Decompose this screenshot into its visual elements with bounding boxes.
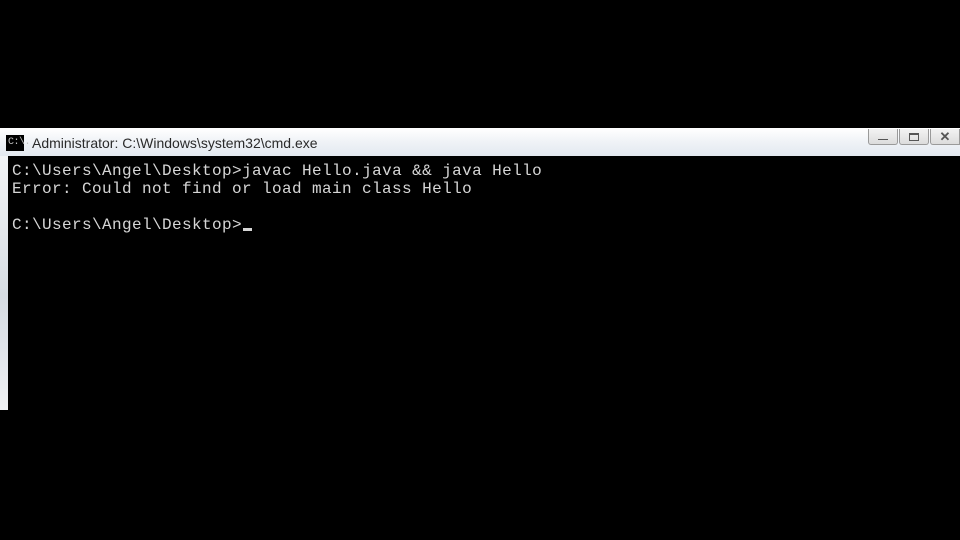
maximize-button[interactable]	[899, 129, 929, 145]
letterbox-bottom	[0, 410, 960, 540]
titlebar[interactable]: C:\. Administrator: C:\Windows\system32\…	[0, 128, 960, 156]
prompt-path: C:\Users\Angel\Desktop>	[12, 162, 242, 180]
console-output[interactable]: C:\Users\Angel\Desktop>javac Hello.java …	[8, 156, 960, 410]
cmd-icon: C:\.	[6, 135, 24, 151]
close-button[interactable]: ✕	[930, 129, 960, 145]
window-title: Administrator: C:\Windows\system32\cmd.e…	[32, 135, 318, 151]
prompt-path-2: C:\Users\Angel\Desktop>	[12, 216, 242, 234]
window-controls: ✕	[867, 129, 960, 149]
minimize-button[interactable]	[868, 129, 898, 145]
command-text: javac Hello.java && java Hello	[242, 162, 542, 180]
close-icon: ✕	[940, 130, 951, 143]
letterbox-top	[0, 0, 960, 128]
minimize-icon	[878, 139, 888, 140]
prompt-line-2: C:\Users\Angel\Desktop>	[12, 216, 252, 234]
prompt-line-1: C:\Users\Angel\Desktop>javac Hello.java …	[12, 162, 542, 180]
maximize-icon	[909, 133, 919, 141]
cursor-icon	[243, 228, 252, 231]
cmd-window: C:\. Administrator: C:\Windows\system32\…	[0, 128, 960, 410]
desktop-sliver	[0, 156, 8, 410]
error-line: Error: Could not find or load main class…	[12, 180, 472, 198]
